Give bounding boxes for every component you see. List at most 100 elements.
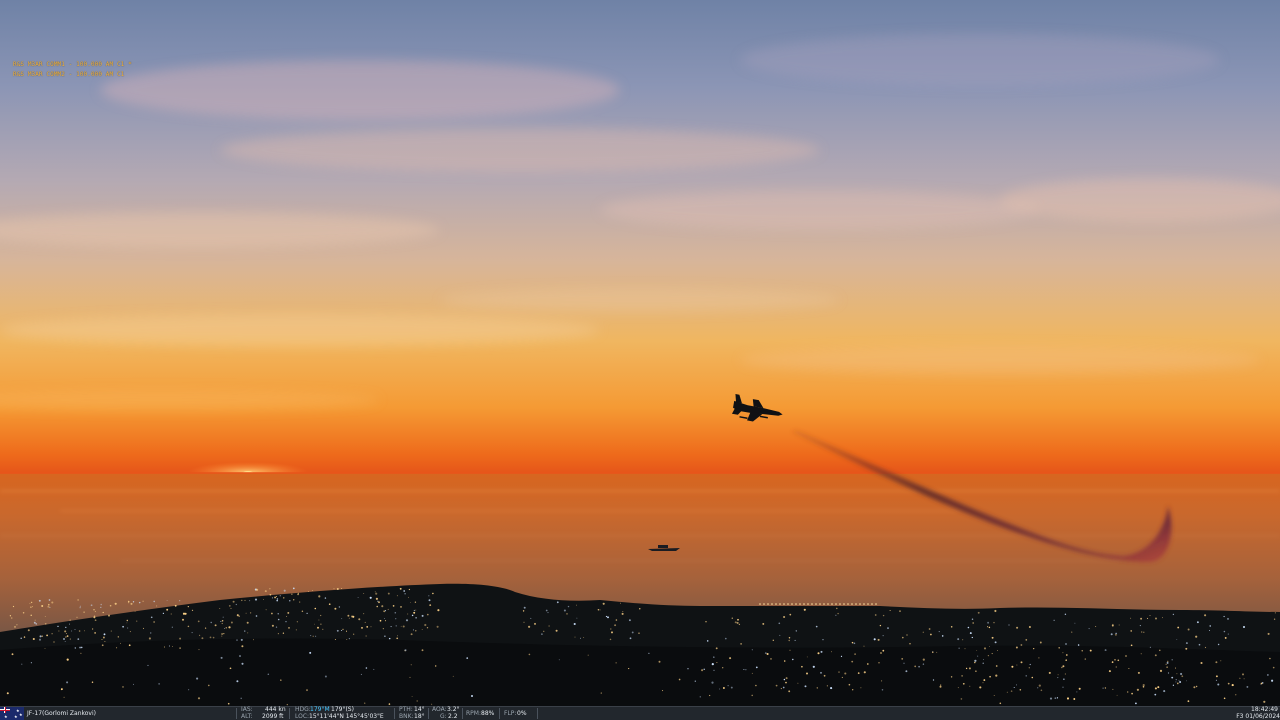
- city-light: [1040, 689, 1043, 692]
- city-light: [269, 593, 272, 596]
- city-light: [1209, 630, 1211, 632]
- city-light: [271, 612, 273, 615]
- city-light: [694, 680, 696, 682]
- city-light: [852, 689, 854, 691]
- city-light: [882, 635, 884, 637]
- city-light: [207, 684, 210, 687]
- city-light: [1167, 672, 1170, 674]
- city-light: [882, 649, 885, 652]
- city-light: [171, 645, 174, 648]
- city-light: [110, 630, 112, 632]
- city-light: [276, 599, 278, 602]
- city-light: [365, 635, 367, 637]
- city-light: [745, 669, 747, 671]
- city-light: [545, 609, 548, 612]
- city-light: [411, 614, 414, 617]
- city-light: [994, 609, 997, 613]
- city-light: [315, 635, 317, 637]
- city-light: [528, 653, 531, 656]
- city-light: [1136, 688, 1139, 691]
- city-light: [974, 661, 976, 664]
- city-light: [142, 600, 144, 602]
- city-light: [950, 676, 953, 678]
- city-light: [936, 651, 938, 653]
- city-light: [198, 649, 200, 651]
- city-light: [1139, 625, 1141, 627]
- city-light: [80, 646, 83, 649]
- city-light: [785, 681, 787, 684]
- city-light: [153, 621, 155, 623]
- city-light: [38, 638, 42, 641]
- city-light: [556, 601, 559, 604]
- city-light: [844, 672, 847, 675]
- city-light: [530, 617, 532, 619]
- city-light: [940, 684, 942, 686]
- city-light: [922, 631, 924, 633]
- city-light: [1102, 687, 1104, 689]
- city-light: [275, 626, 278, 628]
- rpm-value: 88%: [481, 710, 495, 717]
- city-light: [64, 630, 67, 633]
- city-light: [523, 606, 526, 609]
- city-light: [737, 618, 739, 621]
- pier-light: [811, 603, 813, 605]
- city-light: [1146, 617, 1149, 619]
- city-light: [914, 665, 917, 668]
- city-light: [166, 608, 169, 611]
- bnk-label: BNK:: [399, 712, 414, 720]
- city-light: [244, 599, 246, 601]
- city-light: [244, 630, 246, 632]
- city-light: [1073, 698, 1076, 700]
- city-light: [602, 602, 605, 605]
- city-light: [238, 615, 240, 617]
- city-light: [804, 685, 807, 688]
- city-light: [91, 681, 94, 684]
- pier-light: [775, 603, 777, 605]
- city-light: [731, 617, 734, 619]
- city-light: [94, 619, 97, 622]
- city-light: [74, 629, 76, 630]
- city-light: [1263, 700, 1266, 703]
- city-light: [851, 641, 854, 644]
- city-light: [328, 603, 331, 606]
- city-light: [63, 696, 65, 698]
- city-light: [783, 660, 786, 662]
- city-light: [181, 618, 185, 621]
- city-light: [336, 588, 339, 590]
- pier-light: [867, 603, 869, 605]
- city-light: [1159, 649, 1161, 652]
- city-light: [308, 590, 309, 592]
- city-light: [755, 666, 758, 669]
- city-light: [162, 612, 165, 615]
- pier-light: [827, 603, 829, 605]
- city-light: [230, 621, 233, 624]
- city-light: [823, 674, 826, 677]
- city-light: [1131, 692, 1133, 695]
- city-light: [993, 694, 995, 696]
- city-light: [66, 635, 69, 637]
- city-light: [179, 600, 181, 602]
- city-light: [1271, 679, 1274, 682]
- city-light: [16, 624, 18, 626]
- city-light: [390, 626, 392, 628]
- city-light: [1171, 676, 1174, 679]
- city-light: [400, 625, 402, 627]
- city-light: [79, 605, 81, 607]
- city-light: [353, 633, 355, 635]
- city-light: [30, 614, 32, 616]
- city-light: [437, 609, 440, 612]
- city-light: [147, 664, 149, 666]
- city-light: [820, 671, 822, 674]
- city-light: [415, 630, 417, 632]
- city-light: [971, 636, 973, 639]
- city-light: [179, 647, 181, 649]
- city-light: [39, 635, 42, 638]
- city-light: [41, 605, 44, 607]
- city-light: [1114, 633, 1117, 636]
- city-light: [1025, 675, 1027, 677]
- city-light: [143, 627, 144, 629]
- radio-comm1: R&S M3AR COMM1 - 100.000 AM C1 *: [13, 61, 132, 68]
- radio-comm2: R&S M3AR COMM2 - 100.000 AM C1: [13, 70, 125, 78]
- city-light: [1057, 674, 1059, 676]
- pier-light: [819, 603, 821, 605]
